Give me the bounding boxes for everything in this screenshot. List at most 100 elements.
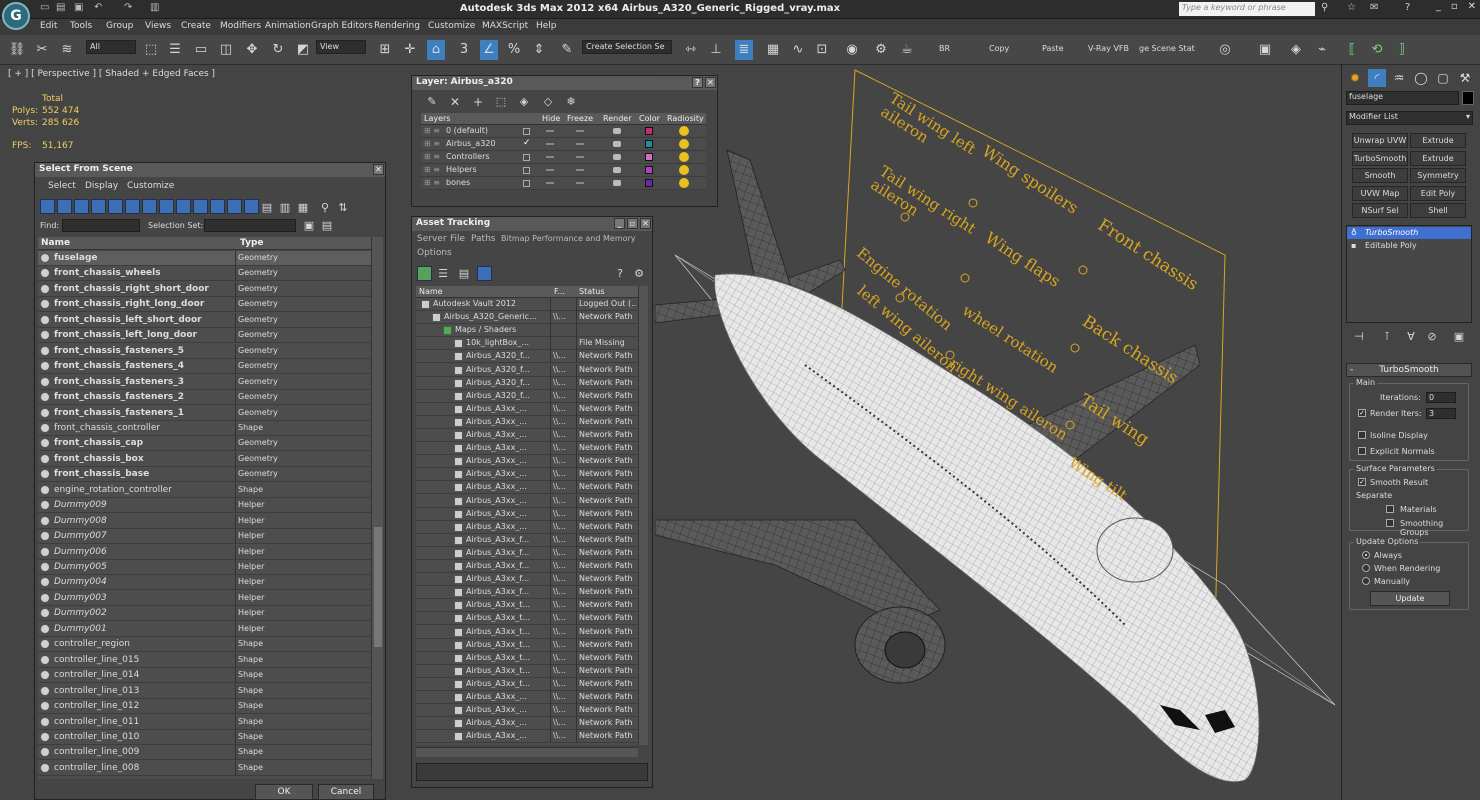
asset-row[interactable]: Airbus_A3xx_... \\... Network Path xyxy=(416,507,638,521)
scene-object-row[interactable]: Dummy009 Helper xyxy=(38,498,371,514)
asset-row[interactable]: Airbus_A3xx_... \\... Network Path xyxy=(416,494,638,508)
br-button[interactable]: BR xyxy=(939,44,950,53)
selection-set-remove-icon[interactable]: ▤ xyxy=(318,216,336,236)
display-lights-icon[interactable] xyxy=(74,199,89,214)
when-rendering-radio[interactable] xyxy=(1362,564,1370,572)
radiosity-icon[interactable] xyxy=(679,126,689,136)
paste-button[interactable]: Paste xyxy=(1042,44,1064,53)
edit-poly-button[interactable]: Edit Poly xyxy=(1410,186,1466,201)
unlink-icon[interactable]: ✂ xyxy=(33,40,51,60)
scene-object-row[interactable]: Dummy007 Helper xyxy=(38,529,371,545)
menu-paths[interactable]: Paths xyxy=(471,234,495,244)
asset-row[interactable]: Airbus_A320_f... \\... Network Path xyxy=(416,363,638,377)
scene-object-row[interactable]: controller_line_011 Shape xyxy=(38,714,371,730)
minimize-icon[interactable]: _ xyxy=(1436,1,1441,12)
delete-layer-icon[interactable]: ✕ xyxy=(446,92,464,112)
filter-icon[interactable]: ⚲ xyxy=(316,198,334,218)
expand-layer-icon[interactable]: ⊞ ≡ xyxy=(424,152,440,161)
freeze-toggle[interactable] xyxy=(576,156,584,158)
asset-row[interactable]: Airbus_A3xx_t... \\... Network Path xyxy=(416,638,638,652)
asset-settings-icon[interactable]: ⚙ xyxy=(630,264,648,284)
current-layer-checkbox[interactable] xyxy=(523,128,530,135)
scene-object-row[interactable]: controller_line_010 Shape xyxy=(38,729,371,745)
copy-button[interactable]: Copy xyxy=(989,44,1009,53)
menu-views[interactable]: Views xyxy=(145,21,171,31)
hide-all-layers-icon[interactable]: ◇ xyxy=(539,92,557,112)
display-xrefs-icon[interactable] xyxy=(159,199,174,214)
hide-toggle[interactable] xyxy=(546,156,554,158)
display-bones-icon[interactable] xyxy=(176,199,191,214)
extrude-button[interactable]: Extrude xyxy=(1410,133,1466,148)
remove-modifier-icon[interactable]: ⊘ xyxy=(1423,327,1441,347)
table-view-icon[interactable]: ▤ xyxy=(455,264,473,284)
list-view-icon[interactable]: ☰ xyxy=(434,264,452,284)
menu-bitmap-performance[interactable]: Bitmap Performance and Memory xyxy=(501,234,636,243)
close-icon[interactable]: ✕ xyxy=(373,164,384,175)
symmetry-button[interactable]: Symmetry xyxy=(1410,168,1466,183)
asset-horizontal-scrollbar[interactable] xyxy=(416,747,638,757)
display-geometry-icon[interactable] xyxy=(40,199,55,214)
smooth-result-checkbox[interactable]: ✓ xyxy=(1358,478,1366,486)
extra-tool-2-icon[interactable]: ◈ xyxy=(1287,40,1305,60)
radiosity-icon[interactable] xyxy=(679,178,689,188)
asset-row[interactable]: Airbus_A3xx_t... \\... Network Path xyxy=(416,677,638,691)
menu-help[interactable]: Help xyxy=(536,21,557,31)
smoothing-groups-checkbox[interactable] xyxy=(1386,519,1394,527)
motion-tab-icon[interactable]: ◯ xyxy=(1412,69,1430,87)
extra-tool-5-icon[interactable]: ⟲ xyxy=(1368,40,1386,60)
close-icon[interactable]: ✕ xyxy=(705,77,716,88)
scene-object-row[interactable]: front_chassis_fasteners_5 Geometry xyxy=(38,343,371,359)
asset-row[interactable]: Airbus_A3xx_f... \\... Network Path xyxy=(416,546,638,560)
asset-row[interactable]: Autodesk Vault 2012 Logged Out (... xyxy=(416,298,638,311)
display-all-icon[interactable] xyxy=(244,199,259,214)
isoline-display-checkbox[interactable] xyxy=(1358,431,1366,439)
freeze-column-header[interactable]: Freeze xyxy=(567,114,593,123)
stack-item-editable-poly[interactable]: ▪ Editable Poly xyxy=(1347,240,1471,252)
ref-coord-dropdown[interactable]: View xyxy=(316,40,366,54)
scene-object-row[interactable]: front_chassis_right_short_door Geometry xyxy=(38,281,371,297)
highlight-layer-icon[interactable]: ◈ xyxy=(515,92,533,112)
menu-maxscript[interactable]: MAXScript xyxy=(482,21,528,31)
menu-create[interactable]: Create xyxy=(181,21,211,31)
layer-color-swatch[interactable] xyxy=(645,166,653,174)
render-teapot-icon[interactable] xyxy=(613,167,621,173)
make-unique-icon[interactable]: ∀ xyxy=(1402,327,1420,347)
asset-row[interactable]: Airbus_A3xx_f... \\... Network Path xyxy=(416,560,638,573)
close-icon[interactable]: ✕ xyxy=(1468,1,1476,12)
hide-toggle[interactable] xyxy=(546,182,554,184)
scene-object-row[interactable]: engine_rotation_controller Shape xyxy=(38,482,371,498)
stack-item-turbosmooth[interactable]: ♁ TurboSmooth xyxy=(1347,227,1471,239)
asset-row[interactable]: Airbus_A3xx_... \\... Network Path xyxy=(416,730,638,744)
select-layer-objects-icon[interactable]: ⬚ xyxy=(492,92,510,112)
layer-row[interactable]: ⊞ ≡ 0 (default) xyxy=(421,125,706,138)
select-object-icon[interactable]: ⬚ xyxy=(142,40,160,60)
asset-row[interactable]: Airbus_A3xx_t... \\... Network Path xyxy=(416,625,638,639)
expand-layer-icon[interactable]: ⊞ ≡ xyxy=(424,139,440,148)
layer-color-swatch[interactable] xyxy=(645,179,653,187)
scene-object-row[interactable]: front_chassis_box Geometry xyxy=(38,451,371,467)
asset-vertical-scrollbar[interactable] xyxy=(638,286,648,745)
lightbulb-icon[interactable]: ♁ xyxy=(1351,227,1357,239)
select-all-icon[interactable]: ▤ xyxy=(258,198,276,218)
render-setup-icon[interactable]: ⚙ xyxy=(872,40,890,60)
asset-row[interactable]: Airbus_A3xx_... \\... Network Path xyxy=(416,691,638,704)
refresh-icon[interactable] xyxy=(417,266,432,281)
asset-row[interactable]: Airbus_A320_f... \\... Network Path xyxy=(416,389,638,403)
maximize-icon[interactable]: ▫ xyxy=(1451,1,1458,12)
create-layer-icon[interactable]: ✎ xyxy=(423,92,441,112)
asset-row[interactable]: Airbus_A3xx_... \\... Network Path xyxy=(416,402,638,416)
menu-tools[interactable]: Tools xyxy=(70,21,92,31)
extra-tool-4-icon[interactable]: ⟦ xyxy=(1343,40,1361,60)
smooth-button[interactable]: Smooth xyxy=(1352,168,1408,183)
display-frozen-icon[interactable] xyxy=(210,199,225,214)
selection-set-add-icon[interactable]: ▣ xyxy=(300,216,318,236)
modify-tab-icon[interactable]: ◜ xyxy=(1368,69,1386,87)
scrollbar-thumb[interactable] xyxy=(374,527,382,647)
select-manipulate-icon[interactable]: ✛ xyxy=(401,40,419,60)
rotate-icon[interactable]: ↻ xyxy=(269,40,287,60)
object-color-swatch[interactable] xyxy=(1462,91,1474,105)
sync-selection-icon[interactable]: ⇅ xyxy=(334,198,352,218)
asset-full-path-header[interactable]: F... xyxy=(554,287,565,296)
unwrap-uvw-button[interactable]: Unwrap UVW xyxy=(1352,133,1408,148)
scene-object-row[interactable]: Dummy004 Helper xyxy=(38,575,371,591)
